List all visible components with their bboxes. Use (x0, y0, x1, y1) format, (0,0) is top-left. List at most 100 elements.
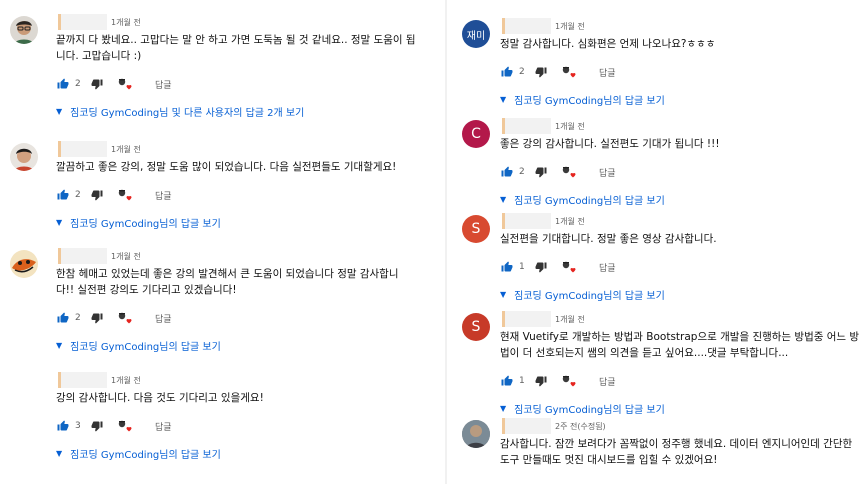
author-row: 1개월 전 (58, 248, 141, 264)
author-name-redacted[interactable] (505, 213, 551, 229)
comment-actions: 2 답글 (57, 310, 172, 326)
author-row: 1개월 전 (502, 213, 585, 229)
author-row: 1개월 전 (58, 372, 141, 388)
view-replies-link[interactable]: ▼ 짐코딩 GymCoding님의 답글 보기 (56, 214, 221, 230)
author-name-redacted[interactable] (61, 141, 107, 157)
reply-button[interactable]: 답글 (599, 261, 616, 274)
author-name-redacted[interactable] (505, 418, 551, 434)
reply-button[interactable]: 답글 (155, 312, 172, 325)
dislike-icon[interactable] (91, 189, 103, 201)
avatar[interactable]: S (462, 313, 490, 341)
like-icon[interactable] (501, 66, 513, 78)
view-replies-link[interactable]: ▼ 짐코딩 GymCoding님의 답글 보기 (500, 91, 665, 107)
author-row: 1개월 전 (58, 141, 141, 157)
like-count: 2 (519, 67, 525, 77)
avatar[interactable] (462, 420, 490, 448)
dislike-icon[interactable] (535, 375, 547, 387)
avatar[interactable] (10, 16, 38, 44)
author-name-redacted[interactable] (61, 372, 107, 388)
view-replies-label: 짐코딩 GymCoding님 및 다른 사용자의 답글 2개 보기 (70, 107, 305, 119)
panel-divider (445, 0, 447, 484)
creator-heart-icon (561, 165, 577, 179)
dislike-icon[interactable] (91, 78, 103, 90)
comment-time[interactable]: 2주 전(수정됨) (555, 421, 606, 432)
creator-heart-icon (117, 188, 133, 202)
comment-text: 깔끔하고 좋은 강의, 정말 도움 많이 되었습니다. 다음 실전편들도 기대할… (56, 161, 397, 173)
view-replies-link[interactable]: ▼ 짐코딩 GymCoding님의 답글 보기 (500, 400, 665, 416)
like-icon[interactable] (501, 375, 513, 387)
author-name-redacted[interactable] (505, 311, 551, 327)
comment-text: 강의 감사합니다. 다음 것도 기다리고 있을게요! (56, 392, 264, 404)
comment-time[interactable]: 1개월 전 (555, 314, 585, 325)
comment-text: 실전편을 기대합니다. 정말 좋은 영상 감사합니다. (500, 233, 717, 245)
comment-text: 끝까지 다 봤네요.. 고맙다는 말 안 하고 가면 도둑놈 될 것 같네요..… (56, 34, 416, 62)
caret-down-icon: ▼ (500, 403, 507, 413)
caret-down-icon: ▼ (500, 289, 507, 299)
like-icon[interactable] (57, 312, 69, 324)
author-name-redacted[interactable] (61, 248, 107, 264)
like-icon[interactable] (57, 420, 69, 432)
reply-button[interactable]: 답글 (155, 78, 172, 91)
view-replies-link[interactable]: ▼ 짐코딩 GymCoding님 및 다른 사용자의 답글 2개 보기 (56, 103, 304, 119)
like-count: 2 (75, 79, 81, 89)
reply-button[interactable]: 답글 (599, 375, 616, 388)
creator-heart-icon (117, 311, 133, 325)
comment-actions: 2 답글 (501, 64, 616, 80)
comment-time[interactable]: 1개월 전 (555, 216, 585, 227)
reply-button[interactable]: 답글 (599, 66, 616, 79)
comment-actions: 2 답글 (57, 187, 172, 203)
view-replies-link[interactable]: ▼ 짐코딩 GymCoding님의 답글 보기 (56, 337, 221, 353)
like-count: 3 (75, 421, 81, 431)
reply-button[interactable]: 답글 (155, 420, 172, 433)
like-count: 1 (519, 376, 525, 386)
like-icon[interactable] (57, 189, 69, 201)
creator-heart-icon (117, 77, 133, 91)
view-replies-link[interactable]: ▼ 짐코딩 GymCoding님의 답글 보기 (500, 286, 665, 302)
avatar-initial: S (471, 221, 481, 237)
author-name-redacted[interactable] (61, 14, 107, 30)
comment-time[interactable]: 1개월 전 (111, 251, 141, 262)
avatar[interactable]: C (462, 120, 490, 148)
like-icon[interactable] (501, 261, 513, 273)
comment-actions: 1 답글 (501, 373, 616, 389)
dislike-icon[interactable] (535, 66, 547, 78)
dislike-icon[interactable] (91, 420, 103, 432)
view-replies-label: 짐코딩 GymCoding님의 답글 보기 (70, 218, 221, 230)
comment-text: 한참 헤매고 있었는데 좋은 강의 발견해서 큰 도움이 되었습니다 정말 감사… (56, 268, 399, 296)
like-count: 2 (519, 167, 525, 177)
author-name-redacted[interactable] (505, 18, 551, 34)
view-replies-link[interactable]: ▼ 짐코딩 GymCoding님의 답글 보기 (500, 191, 665, 207)
view-replies-label: 짐코딩 GymCoding님의 답글 보기 (514, 195, 665, 207)
dislike-icon[interactable] (535, 261, 547, 273)
like-icon[interactable] (57, 78, 69, 90)
comment-time[interactable]: 1개월 전 (111, 144, 141, 155)
comment-text: 현재 Vuetify로 개발하는 방법과 Bootstrap으로 개발을 진행하… (500, 331, 860, 359)
creator-heart-icon (561, 260, 577, 274)
view-replies-link[interactable]: ▼ 짐코딩 GymCoding님의 답글 보기 (56, 445, 221, 461)
like-count: 2 (75, 190, 81, 200)
like-icon[interactable] (501, 166, 513, 178)
comment-text: 정말 감사합니다. 심화편은 언제 나오나요?ㅎㅎㅎ (500, 38, 716, 50)
comment-time[interactable]: 1개월 전 (555, 21, 585, 32)
author-row: 2주 전(수정됨) (502, 418, 606, 434)
view-replies-label: 짐코딩 GymCoding님의 답글 보기 (514, 404, 665, 416)
comment-time[interactable]: 1개월 전 (111, 17, 141, 28)
author-name-redacted[interactable] (505, 118, 551, 134)
comment-actions: 2 답글 (57, 76, 172, 92)
dislike-icon[interactable] (535, 166, 547, 178)
avatar[interactable]: S (462, 215, 490, 243)
avatar[interactable] (10, 143, 38, 171)
avatar[interactable]: 재미 (462, 20, 490, 48)
comment-text: 감사합니다. 잠깐 보려다가 꼼짝없이 정주행 했네요. 데이터 엔지니어인데 … (500, 438, 853, 466)
view-replies-label: 짐코딩 GymCoding님의 답글 보기 (514, 95, 665, 107)
reply-button[interactable]: 답글 (155, 189, 172, 202)
comment-time[interactable]: 1개월 전 (111, 375, 141, 386)
comment-actions: 2 답글 (501, 164, 616, 180)
comment-time[interactable]: 1개월 전 (555, 121, 585, 132)
view-replies-label: 짐코딩 GymCoding님의 답글 보기 (70, 341, 221, 353)
creator-heart-icon (117, 419, 133, 433)
caret-down-icon: ▼ (56, 448, 63, 458)
avatar[interactable] (10, 250, 38, 278)
dislike-icon[interactable] (91, 312, 103, 324)
reply-button[interactable]: 답글 (599, 166, 616, 179)
